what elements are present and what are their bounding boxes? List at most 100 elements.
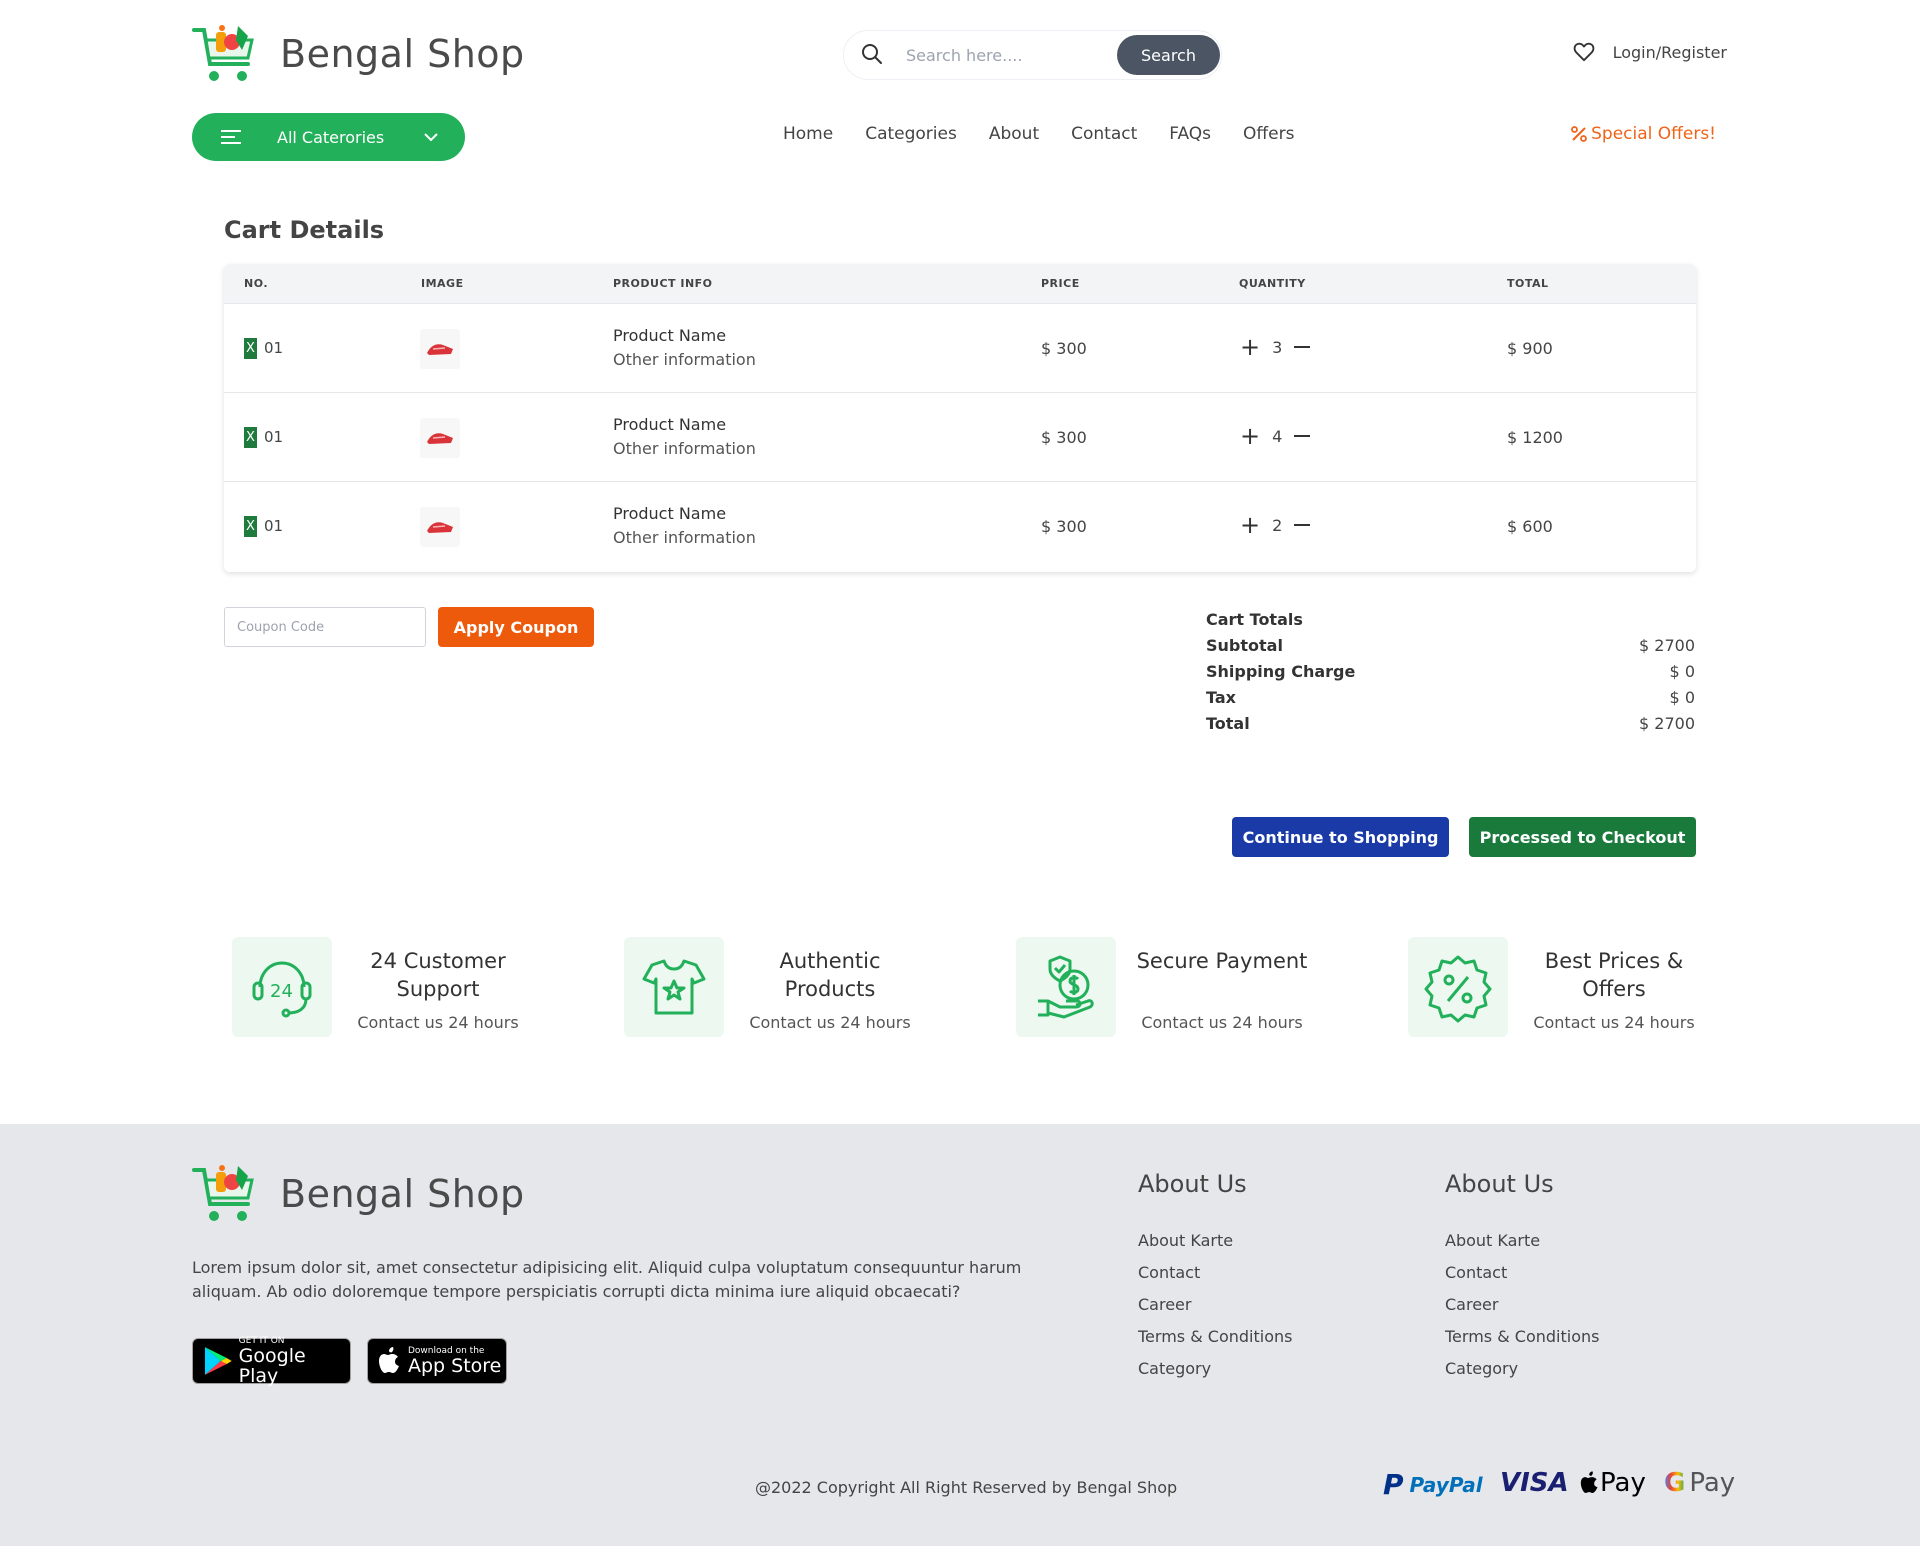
minus-icon[interactable] — [1294, 346, 1311, 348]
google-pay-logo: G Pay — [1664, 1468, 1735, 1498]
footer-link[interactable]: Terms & Conditions — [1138, 1326, 1292, 1358]
shipping-label: Shipping Charge — [1206, 662, 1356, 681]
col-price: PRICE — [1041, 277, 1080, 290]
login-register-link[interactable]: Login/Register — [1573, 42, 1727, 62]
cart-row: X 01 Product Name Other information $ 30… — [224, 304, 1696, 393]
product-thumbnail — [420, 329, 460, 369]
nav-about[interactable]: About — [989, 124, 1039, 144]
quantity-stepper: + 4 — [1240, 424, 1311, 448]
item-total: $ 900 — [1507, 339, 1553, 358]
feature-title: Secure Payment — [1136, 949, 1308, 973]
nav-contact[interactable]: Contact — [1071, 124, 1137, 144]
remove-item-button[interactable]: X — [244, 338, 257, 359]
all-categories-button[interactable]: All Caterories — [192, 113, 465, 161]
svg-text:24: 24 — [270, 981, 293, 1002]
footer-link[interactable]: About Karte — [1445, 1230, 1599, 1262]
subtotal-label: Subtotal — [1206, 636, 1283, 655]
feature-icon-box: 24 — [232, 937, 332, 1037]
minus-icon[interactable] — [1294, 524, 1311, 526]
checkout-button[interactable]: Processed to Checkout — [1469, 817, 1696, 857]
login-label[interactable]: Login/Register — [1613, 43, 1727, 62]
continue-shopping-button[interactable]: Continue to Shopping — [1232, 817, 1449, 857]
footer-description: Lorem ipsum dolor sit, amet consectetur … — [192, 1258, 1022, 1301]
visa-logo: VISA — [1500, 1468, 1569, 1498]
col-product-info: PRODUCT INFO — [613, 277, 713, 290]
feature-subtitle: Contact us 24 hours — [1141, 1013, 1303, 1032]
shopping-cart-logo-icon — [192, 1165, 254, 1221]
nav-home[interactable]: Home — [783, 124, 833, 144]
item-price: $ 300 — [1041, 339, 1087, 358]
menu-lines-icon — [221, 130, 241, 144]
remove-item-button[interactable]: X — [244, 427, 257, 448]
col-total: TOTAL — [1507, 277, 1549, 290]
nav-faqs[interactable]: FAQs — [1169, 124, 1211, 144]
row-number: 01 — [264, 428, 284, 446]
footer-link[interactable]: Contact — [1138, 1262, 1292, 1294]
percent-icon — [1571, 126, 1588, 142]
product-thumbnail — [420, 507, 460, 547]
product-info: Other information — [613, 439, 756, 458]
brand-logo[interactable]: Bengal Shop — [192, 22, 525, 86]
footer-link[interactable]: Career — [1138, 1294, 1292, 1326]
search-bar: Search — [843, 30, 1222, 80]
footer-link[interactable]: Category — [1445, 1358, 1599, 1390]
row-number: 01 — [264, 517, 284, 535]
coupon-code-input[interactable] — [224, 607, 426, 647]
app-store-badge[interactable]: Download on the App Store — [367, 1338, 507, 1384]
search-input[interactable] — [906, 41, 1116, 69]
search-button[interactable]: Search — [1117, 35, 1220, 75]
hand-dollar-shield-icon — [1038, 955, 1094, 1019]
footer-link[interactable]: Category — [1138, 1358, 1292, 1390]
cart-totals: Cart Totals Subtotal $ 2700 Shipping Char… — [1206, 609, 1695, 739]
special-offers-link[interactable]: Special Offers! — [1570, 124, 1716, 144]
plus-icon[interactable]: + — [1240, 424, 1260, 448]
remove-item-button[interactable]: X — [244, 516, 257, 537]
col-image: IMAGE — [421, 277, 464, 290]
minus-icon[interactable] — [1294, 435, 1311, 437]
feature-title: Authentic Products — [779, 949, 881, 1001]
footer-col1-links: About Karte Contact Career Terms & Condi… — [1138, 1230, 1292, 1390]
footer-brand-logo[interactable]: Bengal Shop — [192, 1162, 525, 1226]
plus-icon[interactable]: + — [1240, 335, 1260, 359]
quantity-stepper: + 2 — [1240, 513, 1311, 537]
tshirt-star-icon — [642, 959, 706, 1015]
product-name: Product Name — [613, 415, 727, 434]
footer-link[interactable]: Contact — [1445, 1262, 1599, 1294]
item-price: $ 300 — [1041, 428, 1087, 447]
feature-title: 24 Customer Support — [370, 949, 506, 1001]
apply-coupon-button[interactable]: Apply Coupon — [438, 607, 594, 647]
brand-name: Bengal Shop — [280, 32, 525, 76]
apple-pay-text: Pay — [1600, 1468, 1646, 1498]
heart-icon[interactable] — [1573, 42, 1595, 62]
quantity-value: 2 — [1272, 515, 1283, 535]
cart-row: X 01 Product Name Other information $ 30… — [224, 393, 1696, 482]
apple-pay-logo: Pay — [1580, 1468, 1646, 1498]
nav-categories[interactable]: Categories — [865, 124, 957, 144]
col-quantity: QUANTITY — [1239, 277, 1306, 290]
search-icon — [862, 44, 882, 64]
quantity-stepper: + 3 — [1240, 335, 1311, 359]
paypal-text: PayPal — [1409, 1472, 1483, 1497]
plus-icon[interactable]: + — [1240, 513, 1260, 537]
special-offers-label[interactable]: Special Offers! — [1591, 124, 1716, 144]
paypal-logo: P PayPal — [1383, 1468, 1483, 1501]
footer-link[interactable]: About Karte — [1138, 1230, 1292, 1262]
footer-link[interactable]: Terms & Conditions — [1445, 1326, 1599, 1358]
product-image-icon — [427, 522, 453, 533]
google-pay-text: Pay — [1689, 1468, 1736, 1498]
product-info: Other information — [613, 350, 756, 369]
quantity-value: 4 — [1272, 426, 1283, 446]
feature-icon-box — [1016, 937, 1116, 1037]
feature-icon-box — [1408, 937, 1508, 1037]
feature-subtitle: Contact us 24 hours — [357, 1013, 519, 1032]
total-label: Total — [1206, 714, 1250, 733]
apple-icon — [379, 1347, 399, 1373]
apple-icon — [1580, 1471, 1598, 1493]
product-thumbnail — [420, 418, 460, 458]
product-info: Other information — [613, 528, 756, 547]
footer-link[interactable]: Career — [1445, 1294, 1599, 1326]
nav-offers[interactable]: Offers — [1243, 124, 1294, 144]
google-play-badge[interactable]: GET IT ON Google Play — [192, 1336, 351, 1386]
shipping-value: $ 0 — [1669, 662, 1695, 681]
product-name: Product Name — [613, 326, 727, 345]
